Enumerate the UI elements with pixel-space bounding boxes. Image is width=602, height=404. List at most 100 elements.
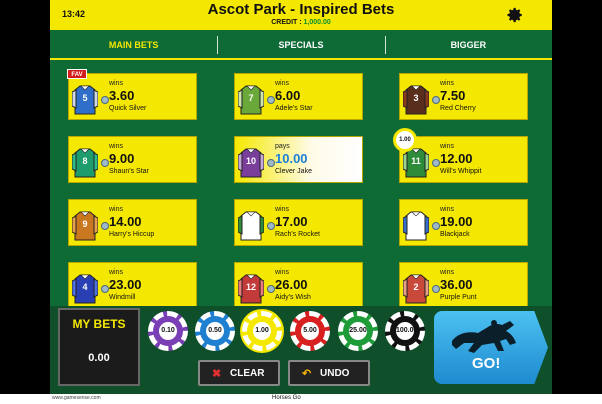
odds-dot-icon [101,96,109,104]
odds-dot-icon [432,222,440,230]
undo-label: UNDO [320,368,350,379]
bet-type-tabs: MAIN BETS SPECIALS BIGGER [50,32,552,58]
go-button[interactable]: GO! [434,311,548,384]
tab-underline [50,58,552,60]
horse-name: Harry's Hiccup [109,231,155,238]
runner-number: 11 [411,156,421,166]
my-bets-total: 0.00 [88,352,110,364]
bet-kind: wins [109,80,124,87]
chip-25.00[interactable]: 25.00 [338,311,378,351]
bet-kind: wins [440,80,455,87]
runner-odds: 12.00 [440,151,473,166]
runner-number: 4 [82,282,88,292]
chip-100.00[interactable]: 100.00 [385,311,425,351]
tab-main-bets[interactable]: MAIN BETS [50,32,217,58]
chip-value: 100.00 [396,322,417,340]
chip-0.50[interactable]: 0.50 [195,311,235,351]
runner-number: 12 [245,282,256,292]
bet-kind: wins [275,269,290,276]
odds-dot-icon [432,285,440,293]
chip-value: 0.10 [159,322,177,340]
page-title: Ascot Park - Inspired Bets [207,1,395,18]
runner-odds: 7.50 [440,88,466,103]
runner-number: 7 [248,93,254,103]
horse-name: Quick Silver [109,105,147,112]
horse-name: Red Cherry [440,105,476,112]
tab-specials[interactable]: SPECIALS [217,32,384,58]
horse-name: Adele's Star [275,105,313,112]
runner-card[interactable]: 4 wins 23.00 Windmill [68,262,197,309]
my-bets-panel[interactable]: MY BETS 0.00 [58,308,140,386]
chip-5.00[interactable]: 5.00 [290,311,330,351]
runner-card[interactable]: 12 wins 26.00 Aidy's Wish [234,262,363,309]
credit-value: 1,000.00 [303,19,331,26]
undo-arrow-icon: ↶ [302,368,312,380]
go-label: GO! [472,355,501,372]
odds-dot-icon [101,159,109,167]
bet-kind: wins [109,269,124,276]
chip-value: 1.00 [253,322,271,340]
racehorse-icon [452,320,516,353]
runner-odds: 23.00 [109,277,142,292]
odds-dot-icon [267,285,275,293]
chip-value: 0.50 [206,322,224,340]
clear-button[interactable]: ✖ CLEAR [198,360,280,386]
horse-name: Aidy's Wish [275,294,311,301]
screen-frame: 13:42 Ascot Park - Inspired Bets CREDIT … [0,0,602,404]
fav-badge: FAV [67,69,87,79]
odds-dot-icon [101,222,109,230]
bet-kind: wins [275,80,290,87]
header-bar: 13:42 Ascot Park - Inspired Bets CREDIT … [50,0,552,30]
bet-kind: wins [440,143,455,150]
runner-number: 5 [82,93,88,103]
runner-card[interactable]: 3 wins 7.50 Red Cherry [399,73,528,120]
runner-odds: 14.00 [109,214,142,229]
chip-value: 5.00 [301,322,319,340]
chip-1.00[interactable]: 1.00 [242,311,282,351]
odds-dot-icon [432,159,440,167]
horse-name: Windmill [109,294,136,301]
runner-card[interactable]: 10 pays 10.00 Clever Jake [234,136,363,183]
credit-display: CREDIT : 1,000.00 [50,19,552,26]
runner-odds: 19.00 [440,214,473,229]
runner-odds: 17.00 [275,214,308,229]
runner-card[interactable]: 1 wins 17.00 Rach's Rocket [234,199,363,246]
runner-odds: 36.00 [440,277,473,292]
runner-card[interactable]: 9 wins 14.00 Harry's Hiccup [68,199,197,246]
watermark: www.gamesense.com [52,395,101,401]
gear-icon[interactable] [506,6,524,24]
runner-number: 2 [413,282,419,292]
runner-odds: 6.00 [275,88,301,103]
bet-kind: pays [275,143,290,150]
game-label: Horses Go [272,395,301,401]
runner-card[interactable]: 5 wins 3.60 Quick Silver [68,73,197,120]
runner-number: 10 [245,156,256,166]
runner-card[interactable]: 6 wins 19.00 Blackjack [399,199,528,246]
odds-dot-icon [101,285,109,293]
runner-number: 9 [82,219,88,229]
odds-dot-icon [267,96,275,104]
runner-odds: 3.60 [109,88,135,103]
placed-bet-chip: 1.00 [393,128,417,152]
chip-value: 25.00 [349,322,367,340]
close-icon: ✖ [212,368,222,380]
clear-label: CLEAR [230,368,265,379]
odds-dot-icon [267,159,275,167]
runner-odds: 9.00 [109,151,135,166]
tab-bigger[interactable]: BIGGER [384,32,552,58]
odds-dot-icon [267,222,275,230]
my-bets-title: MY BETS [72,317,126,331]
bet-kind: wins [109,143,124,150]
odds-dot-icon [432,96,440,104]
bet-kind: wins [440,206,455,213]
horse-name: Will's Whippit [440,168,482,175]
runner-card[interactable]: 8 wins 9.00 Shaun's Star [68,136,197,183]
runner-card[interactable]: 7 wins 6.00 Adele's Star [234,73,363,120]
chip-0.10[interactable]: 0.10 [148,311,188,351]
horse-name: Rach's Rocket [275,231,320,238]
runner-card[interactable]: 11 wins 12.00 Will's Whippit [399,136,528,183]
runner-card[interactable]: 2 wins 36.00 Purple Punt [399,262,528,309]
runner-number: 6 [413,219,419,229]
horse-name: Clever Jake [275,168,312,175]
undo-button[interactable]: ↶ UNDO [288,360,370,386]
